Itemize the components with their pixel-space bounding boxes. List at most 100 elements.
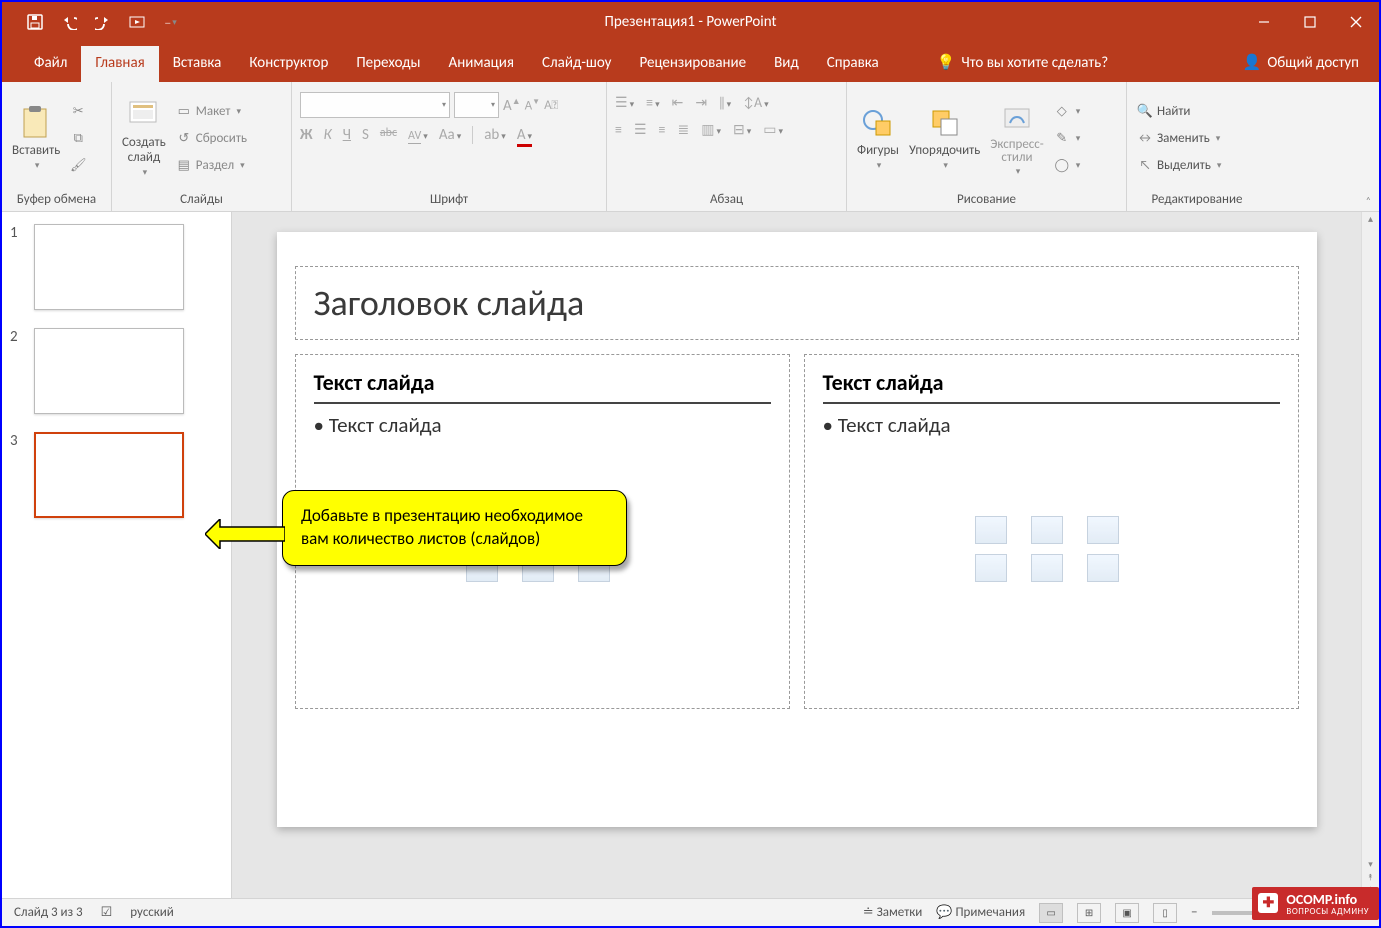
numbering-button[interactable]: ≡ (646, 94, 660, 111)
group-label-clipboard: Буфер обмена (10, 190, 103, 211)
tab-transitions[interactable]: Переходы (342, 46, 434, 82)
tab-animations[interactable]: Анимация (435, 46, 528, 82)
highlight-button[interactable]: ab (484, 126, 506, 147)
align-text-button[interactable]: ⊟ (733, 121, 751, 138)
justify-button[interactable]: ≣ (678, 121, 690, 138)
collapse-ribbon-icon[interactable]: ˄ (1366, 194, 1371, 207)
minimize-icon[interactable] (1241, 2, 1287, 42)
align-center-button[interactable]: ☰ (634, 121, 647, 138)
copy-button[interactable]: ⧉ (68, 126, 88, 150)
layout-button[interactable]: ▭Макет (174, 99, 249, 123)
find-button[interactable]: 🔍Найти (1135, 99, 1223, 123)
align-right-button[interactable]: ≡ (659, 121, 666, 138)
shape-effects-button[interactable]: ◯ (1052, 153, 1083, 177)
start-from-beginning-icon[interactable] (129, 14, 145, 30)
change-case-button[interactable]: Aa (439, 126, 461, 147)
normal-view-icon[interactable]: ▭ (1039, 903, 1063, 923)
tab-file[interactable]: Файл (20, 46, 81, 82)
thumb-preview[interactable] (34, 432, 184, 518)
scroll-down-icon[interactable]: ▾ (1368, 859, 1373, 870)
paste-button[interactable]: Вставить (10, 101, 62, 175)
notes-button[interactable]: ≐ Заметки (863, 905, 923, 920)
char-spacing-button[interactable]: AV (408, 126, 428, 147)
increase-font-icon[interactable]: A▲ (503, 96, 521, 115)
group-label-editing: Редактирование (1135, 190, 1259, 211)
shape-outline-button[interactable]: ✎ (1052, 126, 1083, 150)
decrease-indent-button[interactable]: ⇤ (672, 94, 684, 111)
font-color-button[interactable]: A (517, 126, 532, 147)
language-indicator[interactable]: русский (130, 905, 174, 920)
title-bar: ─ Презентация1 - PowerPoint (2, 2, 1379, 42)
shadow-button[interactable]: S (362, 126, 369, 147)
sorter-view-icon[interactable]: ⊞ (1077, 903, 1101, 923)
insert-smartart-icon[interactable] (1087, 516, 1119, 544)
cut-button[interactable]: ✂ (68, 99, 88, 123)
slide-counter[interactable]: Слайд 3 из 3 (14, 905, 83, 920)
reset-button[interactable]: ↺Сбросить (174, 126, 249, 150)
prev-slide-icon[interactable]: ⯭ (1368, 872, 1373, 883)
insert-table-icon[interactable] (975, 516, 1007, 544)
tab-home[interactable]: Главная (81, 46, 158, 82)
save-icon[interactable] (27, 14, 43, 30)
slide-thumbnails-panel[interactable]: 1 2 3 (2, 212, 232, 898)
thumbnail-1[interactable]: 1 (10, 224, 223, 310)
italic-button[interactable]: К (324, 126, 332, 147)
share-button[interactable]: 👤 Общий доступ (1223, 45, 1379, 82)
insert-video-icon[interactable] (1087, 554, 1119, 582)
increase-indent-button[interactable]: ⇥ (695, 94, 707, 111)
insert-chart-icon[interactable] (1031, 516, 1063, 544)
ribbon-tabs: Файл Главная Вставка Конструктор Переход… (2, 42, 1379, 82)
tab-insert[interactable]: Вставка (159, 46, 236, 82)
thumbnail-2[interactable]: 2 (10, 328, 223, 414)
right-content-placeholder[interactable]: Текст слайда Текст слайда (804, 354, 1299, 709)
quick-styles-button[interactable]: Экспресс- стили (988, 96, 1045, 181)
replace-button[interactable]: ↔Заменить (1135, 126, 1223, 150)
insert-picture-icon[interactable] (975, 554, 1007, 582)
comments-button[interactable]: 💬 Примечания (936, 905, 1025, 920)
thumbnail-3[interactable]: 3 (10, 432, 223, 518)
thumb-preview[interactable] (34, 224, 184, 310)
select-button[interactable]: ↖Выделить (1135, 153, 1223, 177)
redo-icon[interactable] (95, 14, 111, 30)
tab-slideshow[interactable]: Слайд-шоу (528, 46, 625, 82)
tell-me-search[interactable]: 💡 Что вы хотите сделать? (923, 45, 1122, 82)
tab-review[interactable]: Рецензирование (625, 46, 760, 82)
tab-view[interactable]: Вид (760, 46, 813, 82)
font-family-combo[interactable] (300, 92, 450, 118)
section-button[interactable]: ▤Раздел (174, 153, 249, 177)
vertical-scrollbar[interactable]: ▾ ⯭ ⯯ (1361, 212, 1379, 898)
columns-button[interactable]: ▥ (701, 121, 721, 138)
clear-formatting-icon[interactable]: A⃠ (544, 98, 558, 113)
tab-design[interactable]: Конструктор (235, 46, 342, 82)
qat-customize-icon[interactable]: ─ (163, 14, 179, 30)
insert-online-picture-icon[interactable] (1031, 554, 1063, 582)
underline-button[interactable]: Ч (343, 126, 351, 147)
slideshow-view-icon[interactable]: ▯ (1153, 903, 1177, 923)
text-direction-button[interactable]: ↕A (743, 94, 769, 111)
shapes-button[interactable]: Фигуры (855, 101, 901, 175)
title-placeholder[interactable]: Заголовок слайда (295, 266, 1299, 340)
format-painter-button[interactable]: 🖌 (68, 153, 88, 177)
new-slide-button[interactable]: Создать слайд (120, 94, 168, 182)
reading-view-icon[interactable]: ▣ (1115, 903, 1139, 923)
align-left-button[interactable]: ≡ (615, 121, 622, 138)
shape-fill-button[interactable]: ◇ (1052, 99, 1083, 123)
decrease-font-icon[interactable]: A▼ (525, 97, 540, 113)
new-slide-icon (126, 98, 162, 134)
font-size-combo[interactable] (454, 92, 499, 118)
close-icon[interactable] (1333, 2, 1379, 42)
arrange-button[interactable]: Упорядочить (907, 101, 982, 175)
undo-icon[interactable] (61, 14, 77, 30)
tab-help[interactable]: Справка (813, 46, 893, 82)
content-bullet: Текст слайда (823, 412, 1280, 438)
maximize-icon[interactable] (1287, 2, 1333, 42)
bullets-button[interactable]: ☰ (615, 94, 634, 111)
strike-button[interactable]: abc (380, 126, 397, 147)
copy-icon: ⧉ (70, 130, 86, 146)
thumb-preview[interactable] (34, 328, 184, 414)
bold-button[interactable]: Ж (300, 126, 313, 147)
zoom-out-button[interactable]: − (1191, 905, 1197, 920)
line-spacing-button[interactable]: ‖ (719, 94, 731, 111)
smartart-button[interactable]: ▭ (763, 121, 783, 138)
spellcheck-icon[interactable]: ☑ (101, 905, 113, 920)
